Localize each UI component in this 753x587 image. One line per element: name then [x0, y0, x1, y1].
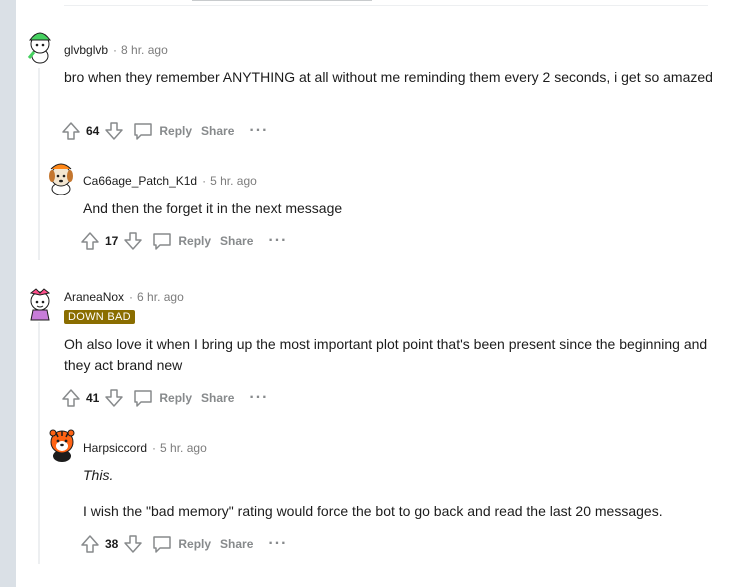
more-options-icon[interactable]: ··· [268, 233, 287, 249]
comment-text: Oh also love it when I bring up the most… [64, 336, 708, 373]
share-button[interactable]: Share [220, 537, 253, 551]
upvote-icon[interactable] [60, 120, 82, 142]
reply-label: Reply [159, 124, 193, 138]
reply-button[interactable]: Reply [133, 122, 192, 140]
meta-separator: · [113, 43, 118, 57]
reply-label: Reply [178, 234, 212, 248]
comment-body: This. I wish the "bad memory" rating wou… [83, 465, 723, 522]
reply-button[interactable]: Reply [133, 389, 192, 407]
comment-timestamp[interactable]: 5 hr. ago [160, 441, 207, 455]
vote-count: 41 [86, 391, 100, 405]
thread-line[interactable] [38, 322, 40, 564]
comment-actions: 38 Reply Share ··· [79, 532, 287, 556]
divider [64, 5, 708, 6]
comment-actions: 41 Reply Share ··· [60, 386, 268, 410]
reply-button[interactable]: Reply [152, 535, 211, 553]
vote-count: 64 [86, 124, 100, 138]
comment-body: And then the forget it in the next messa… [83, 198, 703, 219]
comment-text-emphasis: This. [83, 467, 114, 483]
comment-actions: 17 Reply Share ··· [79, 229, 287, 253]
snoo-purple-bow-avatar-icon[interactable] [25, 284, 55, 321]
comment-bubble-icon [134, 123, 153, 140]
share-button[interactable]: Share [201, 391, 234, 405]
upvote-icon[interactable] [60, 387, 82, 409]
tab-underline [192, 0, 372, 1]
comment-author[interactable]: glvbglvb [64, 43, 108, 57]
share-button[interactable]: Share [201, 124, 234, 138]
vote-count: 38 [105, 537, 119, 551]
downvote-icon[interactable] [103, 387, 125, 409]
comment-bubble-icon [134, 390, 153, 407]
more-options-icon[interactable]: ··· [249, 123, 268, 139]
comment-timestamp[interactable]: 8 hr. ago [121, 43, 168, 57]
more-options-icon[interactable]: ··· [249, 390, 268, 406]
snoo-green-hat-avatar-icon[interactable] [25, 28, 55, 64]
downvote-icon[interactable] [122, 230, 144, 252]
meta-separator: · [152, 441, 157, 455]
meta-separator: · [129, 290, 134, 304]
comment-bubble-icon [153, 536, 172, 553]
comment-text: And then the forget it in the next messa… [83, 200, 343, 216]
downvote-icon[interactable] [103, 120, 125, 142]
more-options-icon[interactable]: ··· [268, 536, 287, 552]
page-gutter [0, 0, 16, 587]
thread-line[interactable] [38, 68, 40, 260]
snoo-dog-avatar-icon[interactable] [45, 159, 75, 196]
comment-actions: 64 Reply Share ··· [60, 119, 268, 143]
comment-author[interactable]: Harpsiccord [83, 441, 147, 455]
downvote-icon[interactable] [122, 533, 144, 555]
comment-text: bro when they remember ANYTHING at all w… [64, 69, 713, 85]
snoo-tiger-avatar-icon[interactable] [46, 425, 76, 462]
meta-separator: · [202, 174, 207, 188]
comment-timestamp[interactable]: 5 hr. ago [210, 174, 257, 188]
comment-author[interactable]: AraneaNox [64, 290, 124, 304]
upvote-icon[interactable] [79, 533, 101, 555]
comment-timestamp[interactable]: 6 hr. ago [137, 290, 184, 304]
comment-body: Oh also love it when I bring up the most… [64, 334, 714, 376]
upvote-icon[interactable] [79, 230, 101, 252]
reply-button[interactable]: Reply [152, 232, 211, 250]
comment-bubble-icon [153, 233, 172, 250]
vote-count: 17 [105, 234, 119, 248]
user-flair-badge: DOWN BAD [64, 310, 135, 324]
comment-author[interactable]: Ca66age_Patch_K1d [83, 174, 197, 188]
reply-label: Reply [159, 391, 193, 405]
comment-text: I wish the "bad memory" rating would for… [83, 503, 663, 519]
reply-label: Reply [178, 537, 212, 551]
comment-body: bro when they remember ANYTHING at all w… [64, 67, 714, 88]
share-button[interactable]: Share [220, 234, 253, 248]
